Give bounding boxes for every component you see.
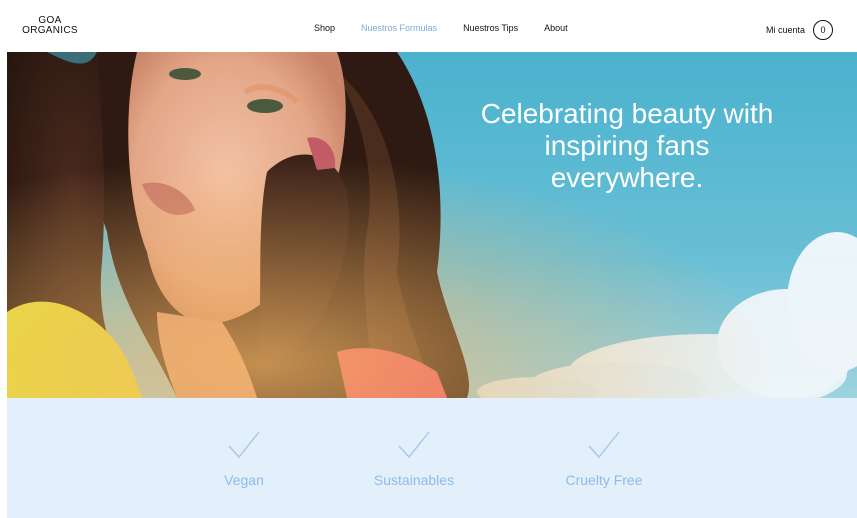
feature-label: Vegan	[224, 472, 264, 488]
nav-item-shop[interactable]: Shop	[314, 22, 335, 34]
logo-line-2: ORGANICS	[22, 25, 78, 36]
page-edge	[0, 52, 7, 398]
feature-sustainables: Sustainables	[354, 430, 474, 488]
feature-label: Sustainables	[373, 472, 455, 488]
account-link[interactable]: Mi cuenta	[766, 24, 805, 36]
account-area: Mi cuenta 0	[766, 20, 833, 40]
main-nav: Shop Nuestros Formulas Nuestros Tips Abo…	[314, 22, 594, 34]
site-header: GOA ORGANICS Shop Nuestros Formulas Nues…	[0, 0, 857, 52]
hero-title: Celebrating beauty with inspiring fans e…	[447, 98, 807, 194]
hero-title-line-2: inspiring fans	[544, 130, 710, 161]
feature-cruelty-free: Cruelty Free	[544, 430, 664, 488]
nav-item-about[interactable]: About	[544, 22, 568, 34]
check-icon	[228, 431, 260, 459]
cart-count-badge[interactable]: 0	[813, 20, 833, 40]
features-strip: Vegan Sustainables Cruelty Free	[7, 398, 857, 518]
feature-vegan: Vegan	[184, 430, 304, 488]
check-icon	[398, 431, 430, 459]
nav-item-nuestros-tips[interactable]: Nuestros Tips	[463, 22, 518, 34]
brand-logo[interactable]: GOA ORGANICS	[18, 16, 82, 36]
nav-item-nuestros-formulas[interactable]: Nuestros Formulas	[361, 22, 437, 34]
hero-banner: Celebrating beauty with inspiring fans e…	[7, 52, 857, 398]
check-icon	[588, 431, 620, 459]
hero-title-line-1: Celebrating beauty with	[480, 98, 774, 129]
feature-label: Cruelty Free	[565, 472, 643, 488]
hero-title-line-3: everywhere.	[550, 162, 704, 193]
